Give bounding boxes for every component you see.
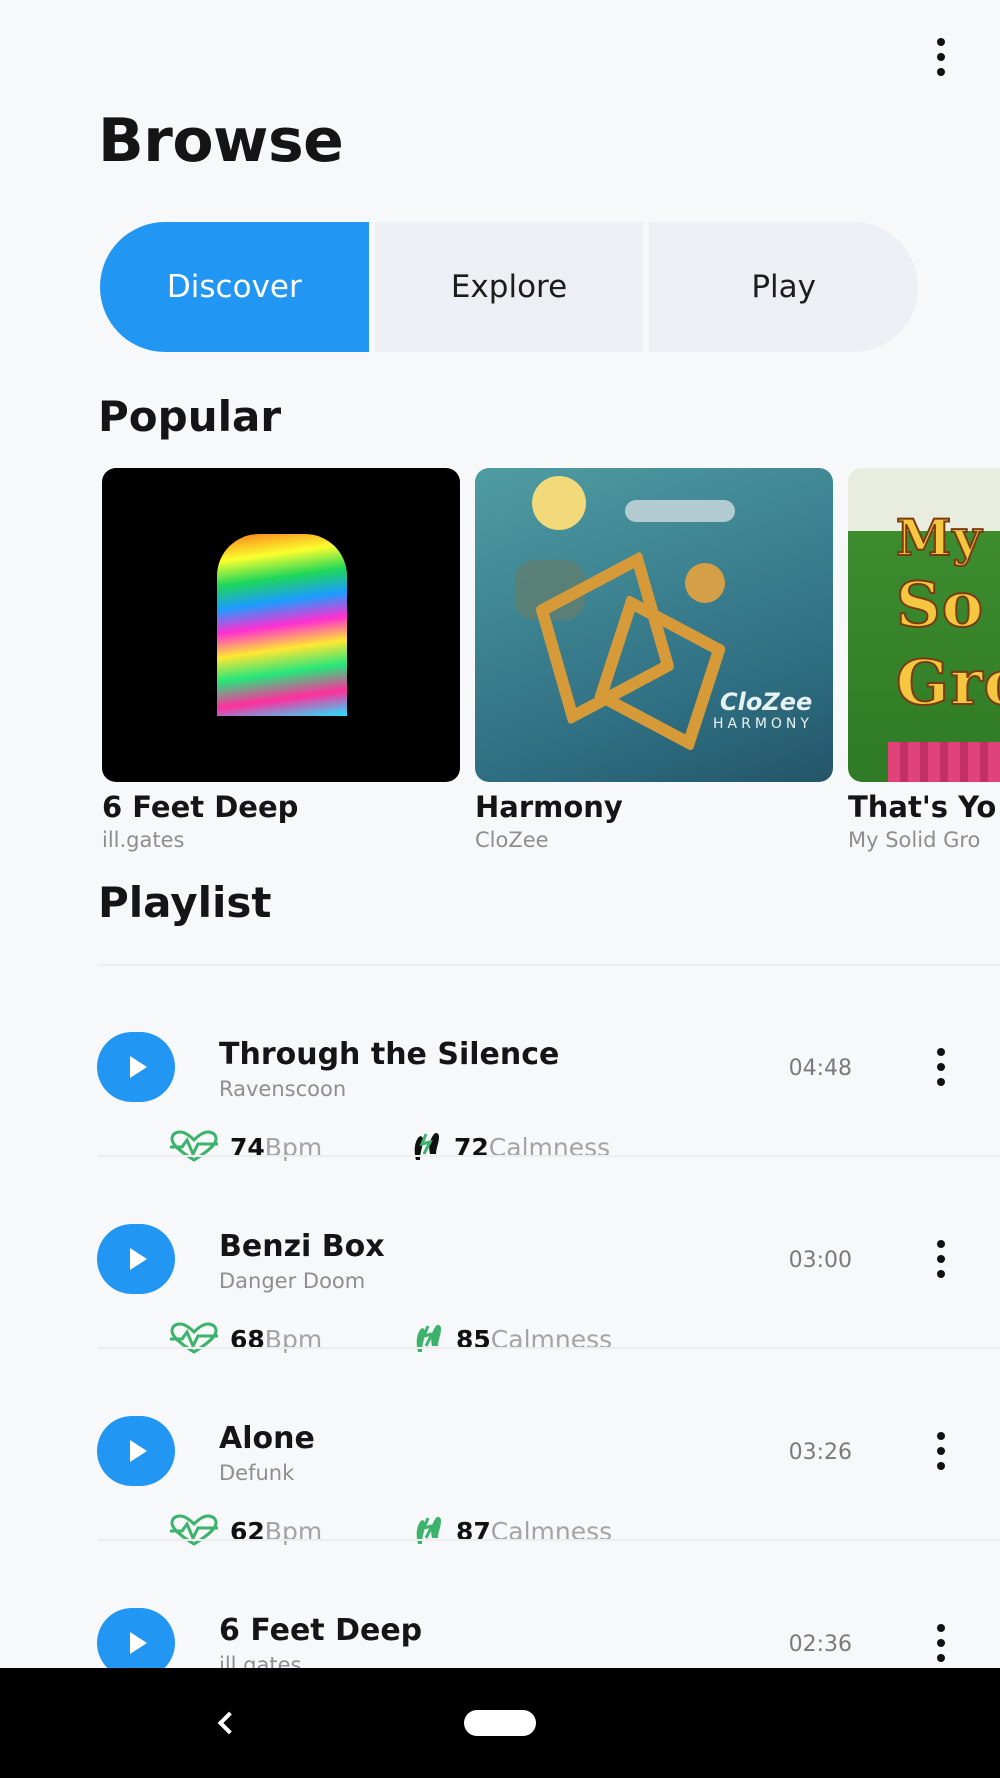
- calmness-value: 87: [456, 1516, 491, 1546]
- album-title: Harmony: [475, 790, 623, 824]
- playlist-heading: Playlist: [98, 878, 272, 927]
- bpm-value: 74: [230, 1132, 265, 1162]
- tab-discover[interactable]: Discover: [100, 222, 369, 352]
- cover-text: Gro: [895, 645, 1000, 720]
- bpm-unit: Bpm: [264, 1516, 323, 1546]
- footsteps-icon: [412, 1514, 446, 1548]
- play-icon: [130, 1440, 147, 1462]
- bpm-value: 62: [230, 1516, 265, 1546]
- song-title: 6 Feet Deep: [219, 1613, 423, 1648]
- cover-text: So: [895, 567, 985, 642]
- album-title: That's Yo: [848, 790, 997, 824]
- divider: [98, 1347, 1000, 1349]
- more-vert-icon: [937, 1240, 945, 1278]
- album-card[interactable]: CloZee HARMONY Harmony CloZee: [475, 468, 833, 852]
- cover-logo: CloZee: [720, 688, 813, 716]
- calmness-stat: 72 Calmness: [410, 1130, 610, 1164]
- bpm-unit: Bpm: [264, 1324, 323, 1354]
- more-vert-icon: [937, 38, 945, 76]
- calmness-stat: 87 Calmness: [412, 1514, 612, 1548]
- home-pill-icon[interactable]: [464, 1710, 536, 1736]
- album-artist: ill.gates: [102, 828, 185, 852]
- back-button[interactable]: [200, 1698, 250, 1748]
- bpm-stat: 74 Bpm: [168, 1130, 322, 1164]
- calmness-value: 72: [454, 1132, 489, 1162]
- crowd-artwork: [888, 742, 1000, 782]
- tombstone-artwork: [217, 534, 347, 716]
- song-title: Through the Silence: [219, 1037, 560, 1072]
- playlist-row[interactable]: Alone Defunk 03:26 62 Bpm 87 Calmness: [0, 1381, 1000, 1573]
- bpm-value: 68: [230, 1324, 265, 1354]
- footsteps-icon: [410, 1130, 444, 1164]
- play-icon: [130, 1248, 147, 1270]
- song-duration: 03:00: [788, 1248, 852, 1273]
- bpm-unit: Bpm: [264, 1132, 323, 1162]
- album-artist: My Solid Gro: [848, 828, 981, 852]
- song-menu-button[interactable]: [911, 1037, 971, 1097]
- song-title: Alone: [219, 1421, 315, 1456]
- popular-carousel[interactable]: 6 Feet Deep ill.gates CloZee HARMONY Har…: [102, 468, 1000, 858]
- calmness-unit: Calmness: [490, 1516, 613, 1546]
- album-title: 6 Feet Deep: [102, 790, 299, 824]
- playlist-row[interactable]: Benzi Box Danger Doom 03:00 68 Bpm 85 Ca…: [0, 1189, 1000, 1381]
- cloud-artwork: [625, 500, 735, 522]
- browse-screen: Browse Discover Explore Play Popular 6 F…: [0, 0, 1000, 1778]
- more-vert-icon: [937, 1624, 945, 1662]
- tab-play[interactable]: Play: [643, 222, 918, 352]
- heart-rate-icon: [168, 1130, 220, 1164]
- back-icon: [217, 1711, 241, 1735]
- play-button[interactable]: [97, 1224, 175, 1294]
- play-button[interactable]: [97, 1032, 175, 1102]
- song-artist: Defunk: [219, 1461, 295, 1485]
- album-cover: CloZee HARMONY: [475, 468, 833, 782]
- play-icon: [130, 1632, 147, 1654]
- more-vert-icon: [937, 1432, 945, 1470]
- page-title: Browse: [98, 106, 344, 176]
- song-artist: Danger Doom: [219, 1269, 366, 1293]
- bpm-stat: 68 Bpm: [168, 1322, 322, 1356]
- song-duration: 03:26: [788, 1440, 852, 1465]
- heart-rate-icon: [168, 1514, 220, 1548]
- system-navigation-bar: [0, 1668, 1000, 1778]
- song-menu-button[interactable]: [911, 1421, 971, 1481]
- more-options-button[interactable]: [911, 27, 971, 87]
- divider: [98, 964, 1000, 966]
- song-duration: 04:48: [788, 1056, 852, 1081]
- more-vert-icon: [937, 1048, 945, 1086]
- album-artist: CloZee: [475, 828, 549, 852]
- song-menu-button[interactable]: [911, 1229, 971, 1289]
- song-artist: Ravenscoon: [219, 1077, 347, 1101]
- segmented-tabs: Discover Explore Play: [100, 222, 918, 352]
- calmness-unit: Calmness: [490, 1324, 613, 1354]
- cover-text: HARMONY: [713, 716, 813, 732]
- song-menu-button[interactable]: [911, 1613, 971, 1673]
- popular-heading: Popular: [98, 392, 282, 441]
- play-button[interactable]: [97, 1416, 175, 1486]
- divider: [98, 1155, 1000, 1157]
- divider: [98, 1539, 1000, 1541]
- tab-explore[interactable]: Explore: [368, 222, 644, 352]
- calmness-stat: 85 Calmness: [412, 1322, 612, 1356]
- bpm-stat: 62 Bpm: [168, 1514, 322, 1548]
- album-card[interactable]: 6 Feet Deep ill.gates: [102, 468, 460, 852]
- heart-rate-icon: [168, 1322, 220, 1356]
- sun-artwork: [532, 476, 586, 530]
- footsteps-icon: [412, 1322, 446, 1356]
- album-card[interactable]: My So Gro That's Yo My Solid Gro: [848, 468, 1000, 852]
- calmness-unit: Calmness: [488, 1132, 611, 1162]
- album-cover: [102, 468, 460, 782]
- flower-artwork: [685, 563, 725, 603]
- playlist-row[interactable]: Through the Silence Ravenscoon 04:48 74 …: [0, 997, 1000, 1189]
- song-duration: 02:36: [788, 1632, 852, 1657]
- play-icon: [130, 1056, 147, 1078]
- album-cover: My So Gro: [848, 468, 1000, 782]
- cover-text: My: [895, 507, 983, 568]
- calmness-value: 85: [456, 1324, 491, 1354]
- song-title: Benzi Box: [219, 1229, 385, 1264]
